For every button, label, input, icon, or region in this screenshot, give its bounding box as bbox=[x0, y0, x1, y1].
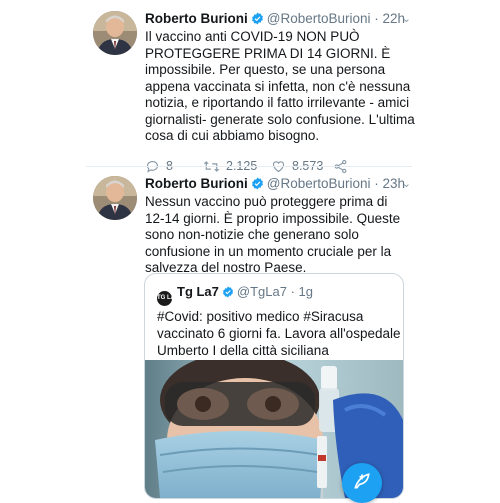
tweet-text-line: 12-14 giorni. È proprio impossibile. Que… bbox=[145, 210, 401, 226]
tweet-text: Nessun vaccino può proteggere prima di 1… bbox=[145, 194, 405, 277]
author-handle[interactable]: @RobertoBurioni bbox=[267, 176, 371, 191]
chevron-down-icon[interactable]: ⌄ bbox=[402, 175, 411, 193]
tweet-text-line: notizia, e riportando il fatto irrilevan… bbox=[145, 95, 410, 110]
quoted-text-line: Umberto I della città siciliana bbox=[157, 343, 329, 358]
tweet-text-line: Il vaccino anti COVID-19 NON PUÒ bbox=[145, 29, 360, 44]
separator-dot: · bbox=[370, 11, 383, 26]
tweet-text-line: confusione in un momento cruciale per la bbox=[145, 243, 392, 259]
compose-tweet-icon bbox=[352, 471, 372, 496]
tweet-header: Roberto Burioni @RobertoBurioni · 23h ⌄ bbox=[145, 175, 411, 195]
compose-tweet-button[interactable] bbox=[342, 463, 382, 503]
quoted-text-line: #Covid: positivo medico #Siracusa bbox=[157, 309, 364, 324]
tweet-text: Il vaccino anti COVID-19 NON PUÒ PROTEGG… bbox=[145, 29, 415, 145]
tweet-text-line: PROTEGGERE PRIMA DI 14 GIORNI. È bbox=[145, 45, 391, 61]
quoted-author-handle[interactable]: @TgLa7 bbox=[237, 284, 287, 299]
author-name[interactable]: Roberto Burioni bbox=[145, 11, 248, 26]
tweet[interactable]: Roberto Burioni @RobertoBurioni · 22h ⌄ I… bbox=[86, 10, 415, 173]
tweet-text-line: cosa di cui abbiamo bisogno. bbox=[145, 128, 320, 143]
divider bbox=[86, 166, 412, 167]
tweet-header: Roberto Burioni @RobertoBurioni · 22h ⌄ bbox=[145, 10, 411, 30]
separator-dot: · bbox=[370, 176, 383, 191]
verified-badge-icon bbox=[251, 177, 264, 195]
quoted-text-line: vaccinato 6 giorni fa. Lavora all'ospeda… bbox=[157, 326, 401, 341]
timeline: Roberto Burioni @RobertoBurioni · 22h ⌄ I… bbox=[86, 0, 415, 500]
tweet-text-line: impossibile. Per questo, se una persona bbox=[145, 62, 386, 77]
separator-dot: · bbox=[286, 284, 299, 299]
quoted-author-name[interactable]: Tg La7 bbox=[177, 284, 219, 299]
quoted-tweet-header: TG LA7Tg La7 @TgLa7 · 1g bbox=[157, 284, 313, 306]
chevron-down-icon[interactable]: ⌄ bbox=[402, 10, 411, 28]
avatar[interactable] bbox=[93, 11, 137, 55]
quoted-timestamp[interactable]: 1g bbox=[299, 284, 313, 299]
tweet-text-line: sono non-notizie che generano solo bbox=[145, 227, 359, 242]
author-name[interactable]: Roberto Burioni bbox=[145, 176, 248, 191]
avatar[interactable] bbox=[93, 176, 137, 220]
verified-badge-icon bbox=[251, 12, 264, 30]
author-handle[interactable]: @RobertoBurioni bbox=[267, 11, 371, 26]
tweet-text-line: appena vaccinata si infetta, non c'è nes… bbox=[145, 78, 411, 94]
tweet-actions: 8 2.125 8.573 bbox=[145, 159, 405, 177]
tweet-text-line: giornalisti- generate solo confusione. L… bbox=[145, 111, 415, 127]
tweet-text-line: Nessun vaccino può proteggere prima di bbox=[145, 194, 388, 209]
verified-badge-icon bbox=[222, 286, 234, 302]
quoted-tweet-text: #Covid: positivo medico #Siracusa vaccin… bbox=[157, 308, 401, 359]
tg-la7-logo-avatar: TG LA7 bbox=[157, 291, 178, 306]
